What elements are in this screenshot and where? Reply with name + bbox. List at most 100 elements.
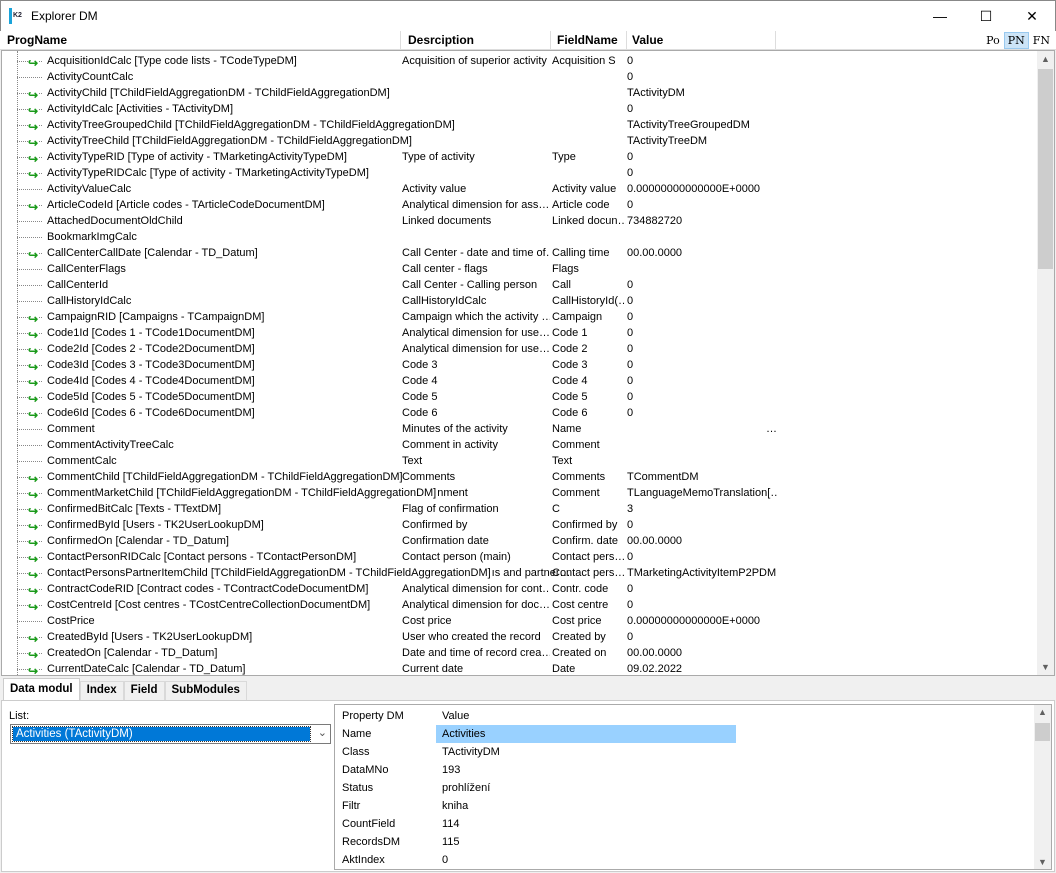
view-mode-fn-button[interactable]: FN bbox=[1029, 32, 1054, 49]
property-scrollbar[interactable]: ▲ ▼ bbox=[1034, 705, 1051, 869]
table-row[interactable]: ActivityCountCalc 0 bbox=[2, 69, 1037, 85]
property-row[interactable]: Name Activities bbox=[335, 725, 1035, 743]
property-key: AktIndex bbox=[342, 854, 385, 866]
table-row[interactable]: ↪ Code1Id [Codes 1 - TCode1DocumentDM] Ana… bbox=[2, 325, 1037, 343]
table-row[interactable]: CallCenterId Call Center - Calling person… bbox=[2, 277, 1037, 293]
value: 3 bbox=[627, 503, 634, 515]
table-row[interactable]: ↪ CostCentreId [Cost centres - TCostCentr… bbox=[2, 597, 1037, 615]
view-mode-po-button[interactable]: Po bbox=[982, 32, 1004, 49]
scroll-up-icon[interactable]: ▲ bbox=[1034, 707, 1051, 717]
fieldname: Code 2 bbox=[552, 343, 588, 355]
table-row[interactable]: CommentCalc Text Text bbox=[2, 453, 1037, 469]
table-row[interactable]: ↪ Code4Id [Codes 4 - TCode4DocumentDM] Cod… bbox=[2, 373, 1037, 391]
table-row[interactable]: ↪ AcquisitionIdCalc [Type code lists - TC… bbox=[2, 53, 1037, 71]
scroll-thumb[interactable] bbox=[1038, 69, 1053, 269]
list-combobox[interactable]: Activities (TActivityDM) ⌄ bbox=[10, 724, 331, 744]
table-row[interactable]: CallHistoryIdCalc CallHistoryIdCalc CallHi… bbox=[2, 293, 1037, 309]
column-fieldname[interactable]: FieldName bbox=[557, 33, 618, 47]
table-row[interactable]: ↪ ConfirmedById [Users - TK2UserLookupDM]… bbox=[2, 517, 1037, 535]
progname-cell: ActivityChild [TChildFieldAggregationDM … bbox=[47, 85, 391, 101]
progname-cell: Code6Id [Codes 6 - TCode6DocumentDM] bbox=[47, 405, 256, 421]
table-row[interactable]: ActivityValueCalc Activity value Activity … bbox=[2, 181, 1037, 197]
maximize-button[interactable]: ☐ bbox=[963, 1, 1009, 31]
table-row[interactable]: ↪ Code3Id [Codes 3 - TCode3DocumentDM] Cod… bbox=[2, 357, 1037, 375]
table-row[interactable]: ↪ Code6Id [Codes 6 - TCode6DocumentDM] Cod… bbox=[2, 405, 1037, 423]
table-row[interactable]: AttachedDocumentOldChild Linked documents… bbox=[2, 213, 1037, 229]
table-row[interactable]: ↪ CampaignRID [Campaigns - TCampaignDM] Ca… bbox=[2, 309, 1037, 327]
value: 0 bbox=[627, 551, 634, 563]
progname: CallCenterCallDate [Calendar - TD_Datum] bbox=[47, 245, 259, 261]
tab-index[interactable]: Index bbox=[79, 681, 124, 700]
table-row[interactable]: ↪ ActivityChild [TChildFieldAggregationDM… bbox=[2, 85, 1037, 103]
tab-submodules[interactable]: SubModules bbox=[164, 681, 247, 700]
fieldname: Calling time bbox=[552, 247, 610, 259]
table-row[interactable]: ↪ ActivityTypeRID [Type of activity - TMa… bbox=[2, 149, 1037, 167]
value: 00.00.0000 bbox=[627, 247, 683, 259]
table-row[interactable]: CallCenterFlags Call center - flags Flags bbox=[2, 261, 1037, 277]
scroll-down-icon[interactable]: ▼ bbox=[1034, 857, 1051, 867]
table-row[interactable]: ↪ ContactPersonRIDCalc [Contact persons -… bbox=[2, 549, 1037, 567]
table-row[interactable]: ↪ CommentChild [TChildFieldAggregationDM … bbox=[2, 469, 1037, 487]
property-row[interactable]: DataMNo 193 bbox=[335, 761, 1035, 779]
property-row[interactable]: RecordsDM 115 bbox=[335, 833, 1035, 851]
view-mode-pn-button[interactable]: PN bbox=[1003, 32, 1029, 49]
table-row[interactable]: ↪ ActivityTypeRIDCalc [Type of activity -… bbox=[2, 165, 1037, 183]
progname-cell: ActivityIdCalc [Activities - TActivityDM… bbox=[47, 101, 235, 117]
progname: Code1Id [Codes 1 - TCode1DocumentDM] bbox=[47, 325, 256, 341]
scroll-up-icon[interactable]: ▲ bbox=[1037, 54, 1054, 64]
description: Linked documents bbox=[402, 215, 492, 227]
value: 0 bbox=[627, 311, 634, 323]
column-value[interactable]: Value bbox=[632, 33, 663, 47]
column-progname[interactable]: ProgName bbox=[7, 33, 67, 47]
table-row[interactable]: ↪ ActivityIdCalc [Activities - TActivityD… bbox=[2, 101, 1037, 119]
progname-cell: ArticleCodeId [Article codes - TArticleC… bbox=[47, 197, 326, 213]
view-mode-buttons: Po PN FN bbox=[982, 32, 1054, 49]
minimize-button[interactable]: — bbox=[917, 1, 963, 31]
field-tree-list[interactable]: ↪ AcquisitionIdCalc [Type code lists - TC… bbox=[1, 50, 1055, 676]
property-row[interactable]: Class TActivityDM bbox=[335, 743, 1035, 761]
tab-data-modul[interactable]: Data modul bbox=[3, 678, 80, 700]
property-row[interactable]: CountField 114 bbox=[335, 815, 1035, 833]
table-row[interactable]: CommentActivityTreeCalc Comment in activi… bbox=[2, 437, 1037, 453]
value: 0 bbox=[627, 359, 634, 371]
property-grid: Property DM Value Name Activities Class TAc… bbox=[334, 704, 1052, 870]
description: nment bbox=[437, 487, 468, 499]
value: 0 bbox=[627, 279, 634, 291]
close-button[interactable]: ✕ bbox=[1009, 1, 1055, 31]
table-row[interactable]: ↪ ActivityTreeGroupedChild [TChildFieldAg… bbox=[2, 117, 1037, 135]
scroll-thumb[interactable] bbox=[1035, 723, 1050, 741]
table-row[interactable]: ↪ ContactPersonsPartnerItemChild [TChildF… bbox=[2, 565, 1037, 583]
property-row[interactable]: Status prohlížení bbox=[335, 779, 1035, 797]
property-value: 193 bbox=[442, 764, 461, 776]
table-row[interactable]: ↪ CurrentDateCalc [Calendar - TD_Datum] Cu… bbox=[2, 661, 1037, 675]
scroll-down-icon[interactable]: ▼ bbox=[1037, 662, 1054, 672]
table-row[interactable]: ↪ CallCenterCallDate [Calendar - TD_Datum… bbox=[2, 245, 1037, 263]
table-row[interactable]: ↪ CommentMarketChild [TChildFieldAggregat… bbox=[2, 485, 1037, 503]
fieldname: C bbox=[552, 503, 560, 515]
chevron-down-icon[interactable]: ⌄ bbox=[318, 726, 327, 739]
tab-field[interactable]: Field bbox=[123, 681, 165, 700]
table-row[interactable]: Comment Minutes of the activity Name… bbox=[2, 421, 1037, 437]
vertical-scrollbar[interactable]: ▲ ▼ bbox=[1037, 51, 1054, 675]
progname: CommentActivityTreeCalc bbox=[47, 437, 175, 453]
property-row[interactable]: AktIndex 0 bbox=[335, 851, 1035, 869]
table-row[interactable]: ↪ ArticleCodeId [Article codes - TArticle… bbox=[2, 197, 1037, 215]
fieldname: Flags bbox=[552, 263, 579, 275]
table-row[interactable]: ↪ ContractCodeRID [Contract codes - TCont… bbox=[2, 581, 1037, 599]
table-row[interactable]: ↪ ActivityTreeChild [TChildFieldAggregati… bbox=[2, 133, 1037, 151]
fieldname: Contact pers… bbox=[552, 567, 626, 579]
progname-cell: CallCenterFlags bbox=[47, 261, 127, 277]
table-row[interactable]: CostPrice Cost price Cost price 0.00000000… bbox=[2, 613, 1037, 629]
property-row[interactable]: Filtr kniha bbox=[335, 797, 1035, 815]
table-row[interactable]: ↪ CreatedOn [Calendar - TD_Datum] Date and… bbox=[2, 645, 1037, 663]
table-row[interactable]: BookmarkImgCalc bbox=[2, 229, 1037, 245]
table-row[interactable]: ↪ CreatedById [Users - TK2UserLookupDM] Us… bbox=[2, 629, 1037, 647]
table-row[interactable]: ↪ Code2Id [Codes 2 - TCode2DocumentDM] Ana… bbox=[2, 341, 1037, 359]
table-row[interactable]: ↪ ConfirmedOn [Calendar - TD_Datum] Confir… bbox=[2, 533, 1037, 551]
value: 0 bbox=[627, 71, 634, 83]
table-row[interactable]: ↪ ConfirmedBitCalc [Texts - TTextDM] Flag … bbox=[2, 501, 1037, 519]
table-row[interactable]: ↪ Code5Id [Codes 5 - TCode5DocumentDM] Cod… bbox=[2, 389, 1037, 407]
fieldname: Linked docun… bbox=[552, 215, 626, 227]
property-key: Class bbox=[342, 746, 370, 758]
column-description[interactable]: Desrciption bbox=[408, 33, 474, 47]
